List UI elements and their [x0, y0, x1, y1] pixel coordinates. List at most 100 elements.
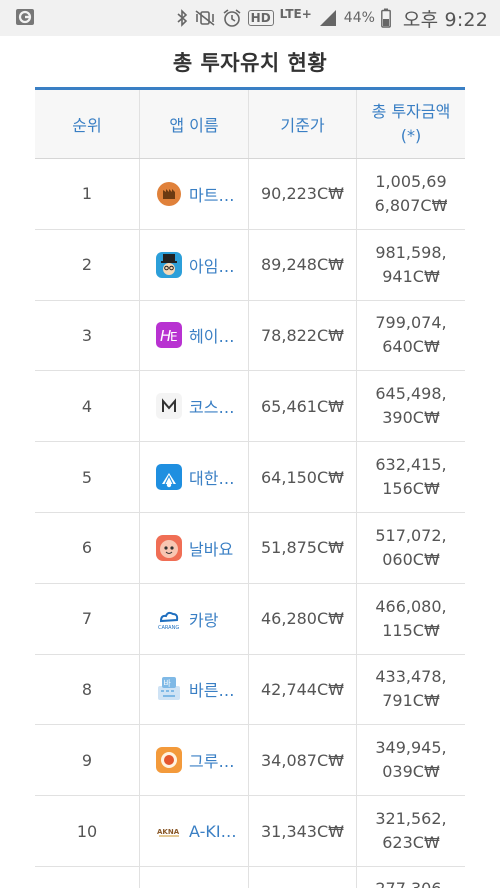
base-price-cell: 51,875C₩: [249, 512, 357, 583]
base-price-value: 64,150C₩: [261, 467, 344, 487]
bluetooth-icon: [177, 9, 187, 27]
table-row[interactable]: 9 그루… 34,087C₩ 349,945,039C₩: [35, 725, 465, 797]
rank-value: 2: [81, 255, 93, 275]
header-base-price: 기준가: [249, 90, 357, 158]
app-cell[interactable]: 코스…: [140, 371, 249, 442]
app-name-link[interactable]: 날바요: [189, 536, 233, 560]
table-row[interactable]: 4 코스… 65,461C₩ 645,498,390C₩: [35, 371, 465, 443]
rank-value: 8: [81, 679, 93, 699]
rank-cell: 9: [35, 725, 140, 796]
rank-value: 1: [81, 184, 93, 204]
badminton-app-icon[interactable]: [156, 464, 182, 491]
app-cell[interactable]: AKNA A-KI…: [140, 796, 249, 866]
cos-app-icon[interactable]: [156, 393, 182, 420]
base-price-cell: 78,822C₩: [249, 300, 357, 371]
total-investment-cell: 517,072,060C₩: [357, 513, 465, 583]
svg-text:E: E: [170, 330, 178, 344]
table-row[interactable]: 5 대한… 64,150C₩ 632,415,156C₩: [35, 442, 465, 513]
app-cell[interactable]: 대한…: [140, 442, 249, 512]
base-price-value: 34,087C₩: [261, 750, 344, 770]
base-price-value: 42,744C₩: [261, 679, 344, 699]
svg-text:바: 바: [164, 678, 172, 688]
app-name-link[interactable]: 아임…: [189, 253, 234, 277]
total-investment-cell: 645,498,390C₩: [357, 371, 465, 441]
bareun-keyboard-icon[interactable]: 바: [156, 676, 182, 702]
app-notification-icon: [16, 9, 34, 25]
rank-value: 5: [81, 467, 93, 487]
iam-app-icon[interactable]: [156, 251, 182, 278]
investment-table: 순위 앱 이름 기준가 총 투자금액 (*) 1 마트… 90,223C₩ 1,005…: [35, 90, 465, 888]
table-row[interactable]: 6 날바요 51,875C₩ 517,072,060C₩: [35, 512, 465, 584]
battery-percent: 44%: [343, 10, 375, 26]
base-price-cell: 34,087C₩: [249, 725, 357, 796]
table-row[interactable]: 1 마트… 90,223C₩ 1,005,696,807C₩: [35, 159, 465, 230]
app-name-link[interactable]: 대한…: [189, 465, 234, 489]
base-price-cell: 46,280C₩: [249, 583, 357, 654]
base-price-cell: 89,248C₩: [249, 229, 357, 300]
app-cell[interactable]: 그루…: [140, 725, 249, 796]
network-type: LTE+: [279, 7, 312, 21]
total-investment-value: 466,080,115C₩: [375, 596, 447, 640]
base-price-value: 51,875C₩: [261, 538, 344, 558]
base-price-value: 90,223C₩: [261, 184, 344, 204]
base-price-value: 65,461C₩: [261, 396, 344, 416]
rank-cell: 7: [35, 583, 140, 654]
total-investment-value: 321,562,623C₩: [375, 809, 447, 853]
app-cell[interactable]: CARANG 카랑: [140, 583, 249, 654]
rank-value: 6: [81, 538, 93, 558]
akna-app-icon[interactable]: AKNA: [156, 818, 182, 845]
clock: 오후 9:22: [402, 8, 488, 31]
header-total-investment[interactable]: 총 투자금액 (*): [357, 90, 465, 158]
mart-app-icon[interactable]: [156, 181, 182, 207]
app-name-link[interactable]: 코스…: [189, 394, 234, 418]
table-row[interactable]: 10 AKNA A-KI… 31,343C₩ 321,562,623C₩: [35, 796, 465, 867]
total-investment-value: 433,478,791C₩: [375, 667, 447, 711]
total-investment-value: 517,072,060C₩: [375, 525, 447, 569]
header-app-name: 앱 이름: [140, 90, 249, 158]
app-cell[interactable]: 바 바른…: [140, 654, 249, 725]
hey-app-icon[interactable]: HE: [156, 322, 182, 349]
total-investment-value: 1,005,696,807C₩: [374, 171, 448, 215]
app-name-link[interactable]: 그루…: [189, 748, 234, 772]
base-price-value: 89,248C₩: [261, 255, 344, 275]
rank-cell: 2: [35, 229, 140, 300]
rank-cell: 3: [35, 300, 140, 371]
rank-value: 3: [81, 325, 93, 345]
total-investment-cell: 632,415,156C₩: [357, 442, 465, 512]
table-row[interactable]: 8 바 바른… 42,744C₩ 433,478,791C₩: [35, 654, 465, 726]
rank-cell: 5: [35, 442, 140, 512]
total-investment-value: 645,498,390C₩: [375, 384, 447, 428]
app-cell[interactable]: 날바요: [140, 512, 249, 583]
rank-value: 4: [81, 396, 93, 416]
table-row[interactable]: 7 CARANG 카랑 46,280C₩ 466,080,115C₩: [35, 583, 465, 655]
rank-value: 10: [76, 821, 98, 841]
svg-text:AKNA: AKNA: [157, 828, 180, 836]
app-cell[interactable]: 아임…: [140, 229, 249, 300]
app-name-link[interactable]: 마트…: [189, 182, 234, 206]
status-bar: HD LTE+ 44% 오후 9:22: [0, 0, 500, 36]
nalbayo-app-icon[interactable]: [156, 534, 182, 561]
table-row: 277,306,88: [35, 866, 465, 888]
vibrate-mute-icon: [195, 10, 215, 26]
base-price-cell: 31,343C₩: [249, 796, 357, 866]
base-price-cell: 90,223C₩: [249, 159, 357, 229]
total-investment-cell: 981,598,941C₩: [357, 230, 465, 300]
app-name-link[interactable]: 헤이…: [189, 323, 234, 347]
app-cell[interactable]: H E 헤이…: [140, 300, 249, 371]
app-name-link[interactable]: 카랑: [189, 607, 218, 631]
app-name-link[interactable]: A-KI…: [189, 822, 237, 841]
groo-app-icon[interactable]: [156, 747, 182, 774]
total-investment-cell: 433,478,791C₩: [357, 655, 465, 725]
battery-icon: [381, 8, 391, 28]
carang-app-icon[interactable]: CARANG: [156, 606, 182, 632]
rank-cell: 6: [35, 512, 140, 583]
total-investment-value: 277,306,88: [371, 877, 451, 888]
total-investment-value: 981,598,941C₩: [375, 242, 447, 286]
total-investment-cell: 1,005,696,807C₩: [357, 159, 465, 229]
app-cell[interactable]: 마트…: [140, 159, 249, 229]
table-row[interactable]: 3 H E 헤이… 78,822C₩ 799,074,640C₩: [35, 300, 465, 372]
table-row[interactable]: 2 아임… 89,248C₩ 981,598,941C₩: [35, 229, 465, 301]
app-name-link[interactable]: 바른…: [189, 677, 234, 701]
total-investment-value: 799,074,640C₩: [375, 313, 447, 357]
base-price-value: 31,343C₩: [261, 821, 344, 841]
